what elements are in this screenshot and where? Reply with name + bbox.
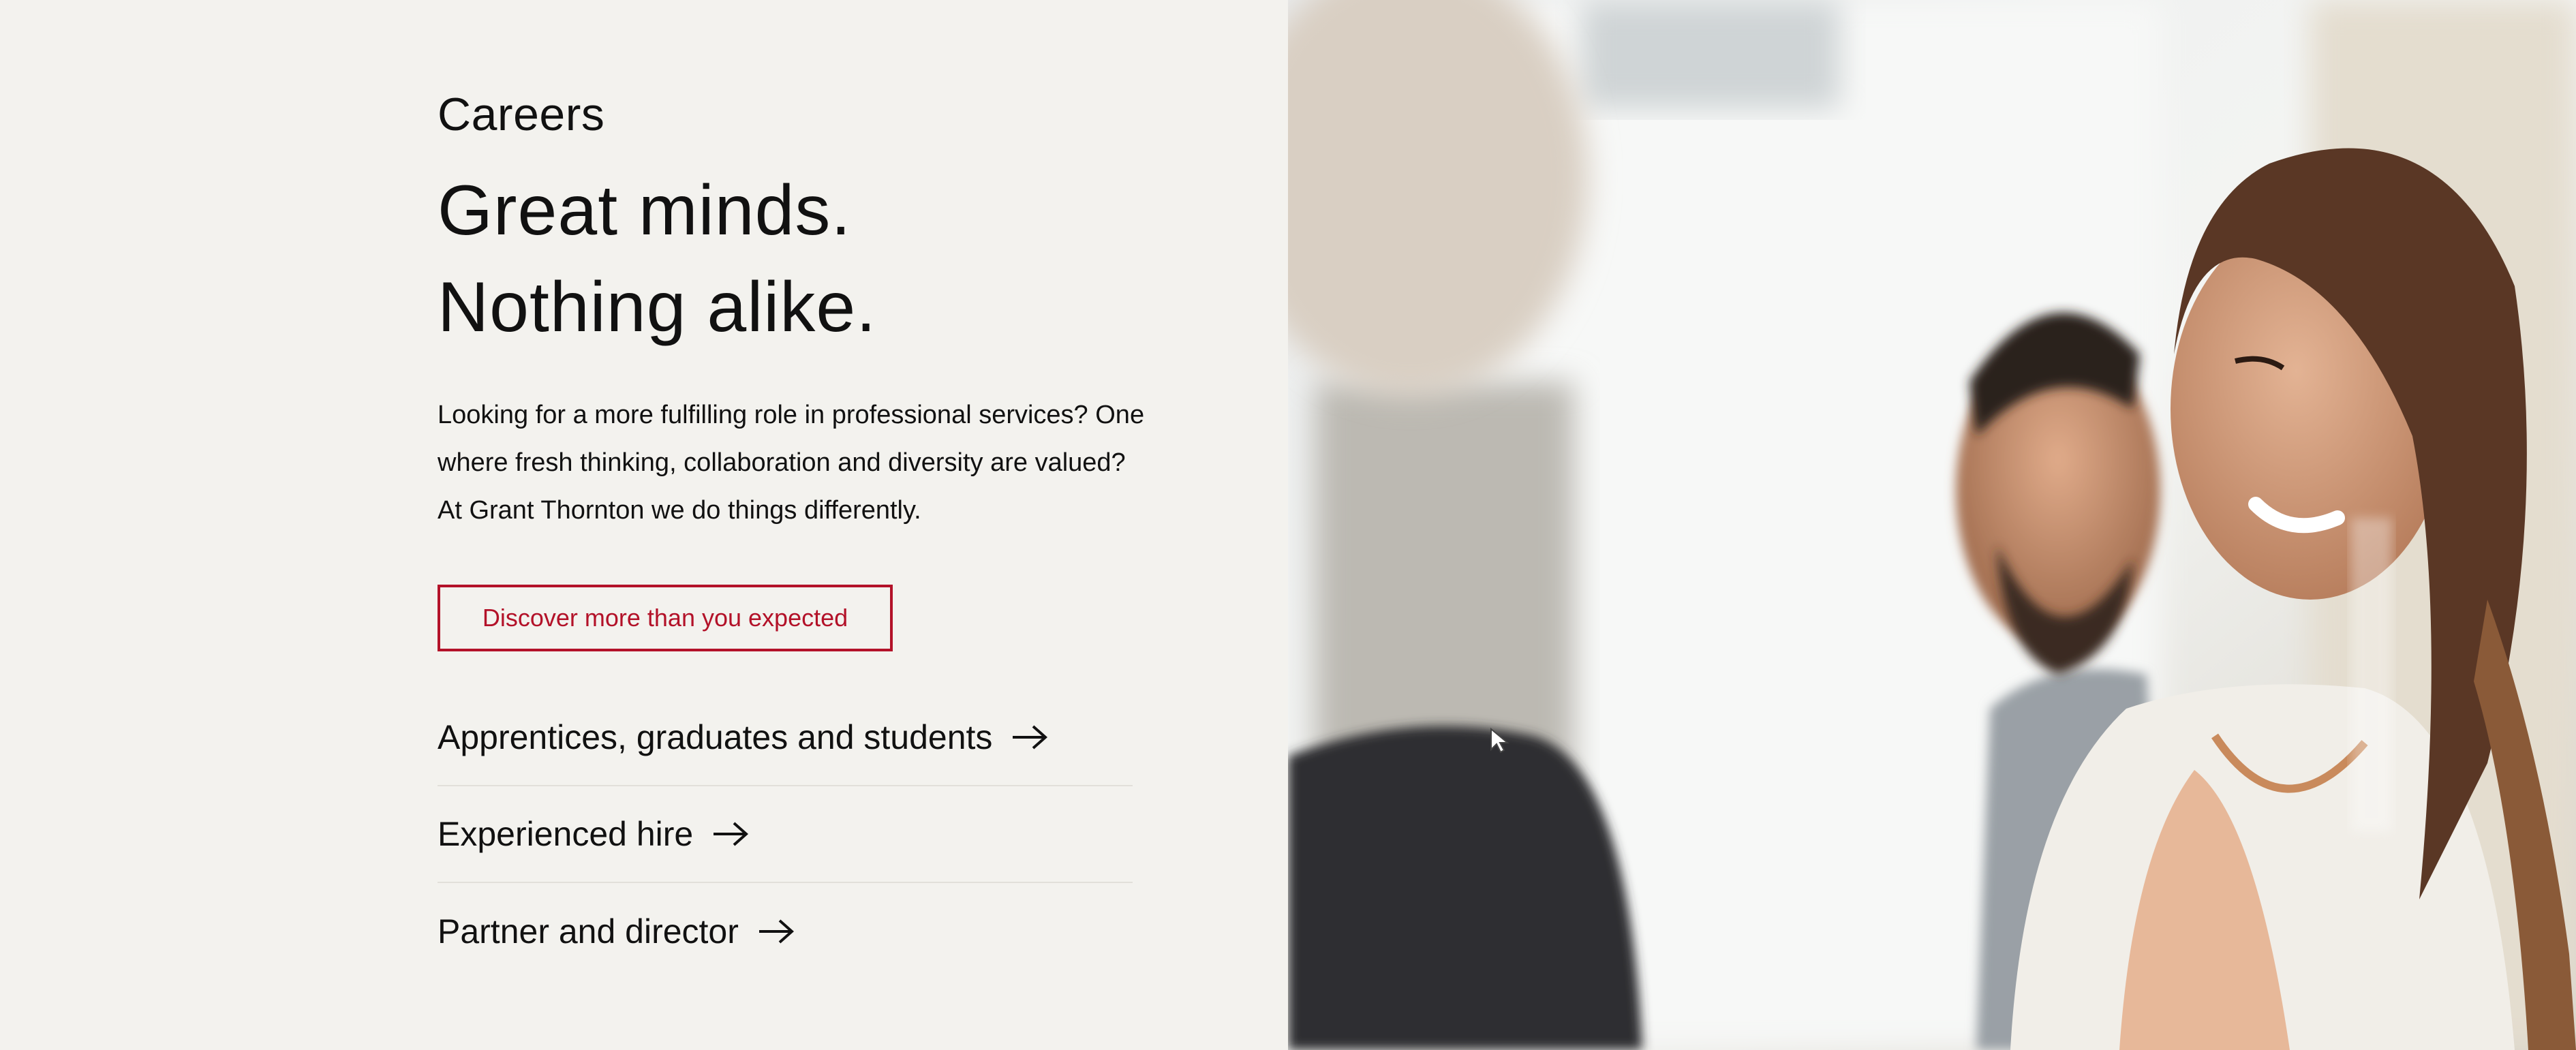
headline-line-1: Great minds. — [438, 171, 852, 250]
career-link-label: Experienced hire — [438, 815, 694, 853]
hero-headline: Great minds. Nothing alike. — [438, 162, 1139, 356]
career-link-label: Partner and director — [438, 912, 739, 951]
hero-content: Careers Great minds. Nothing alike. Look… — [438, 80, 1144, 980]
career-link-partner-director[interactable]: Partner and director — [438, 883, 1133, 980]
career-links-list: Apprentices, graduates and students Expe… — [438, 690, 1133, 980]
arrow-right-icon — [714, 822, 749, 846]
career-link-apprentices[interactable]: Apprentices, graduates and students — [438, 690, 1133, 786]
hero-text-panel: Careers Great minds. Nothing alike. Look… — [0, 0, 1288, 1050]
hero-intro-text: Looking for a more fulfilling role in pr… — [438, 401, 1145, 525]
career-link-experienced-hire[interactable]: Experienced hire — [438, 786, 1133, 883]
hero-photo — [1288, 0, 2576, 1050]
headline-line-2: Nothing alike. — [438, 268, 877, 347]
career-link-label: Apprentices, graduates and students — [438, 718, 993, 756]
arrow-right-icon — [758, 919, 794, 944]
section-eyebrow: Careers — [438, 89, 605, 140]
discover-more-button[interactable]: Discover more than you expected — [438, 585, 893, 651]
hero-photo-illustration — [1288, 0, 2576, 1050]
arrow-right-icon — [1013, 725, 1048, 750]
